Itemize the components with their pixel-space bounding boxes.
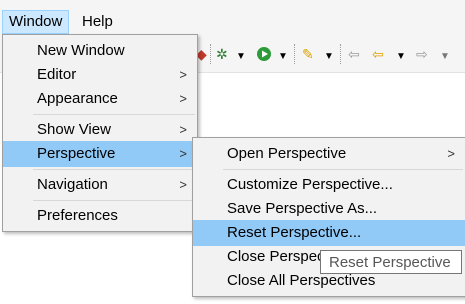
menu-item-label: Open Perspective (227, 145, 347, 162)
chevron-down-icon[interactable]: ▼ (324, 49, 334, 65)
menu-item-show-view[interactable]: Show View > (3, 117, 197, 143)
chevron-down-icon[interactable]: ▼ (236, 49, 246, 65)
menu-item-new-window[interactable]: New Window (3, 38, 197, 64)
menu-item-editor[interactable]: Editor > (3, 62, 197, 88)
menu-item-label: Navigation (37, 176, 108, 193)
nav-forward-icon[interactable]: ⇨ (416, 46, 428, 62)
menu-item-label: New Window (37, 42, 125, 59)
menu-window[interactable]: Window (2, 10, 70, 34)
menu-separator (33, 200, 195, 201)
menu-help[interactable]: Help (76, 11, 119, 33)
toolbar-separator (340, 44, 342, 64)
menu-item-label: Save Perspective As... (227, 200, 378, 217)
chevron-right-icon: > (179, 146, 187, 161)
menu-item-navigation[interactable]: Navigation > (3, 172, 197, 198)
nav-back-icon[interactable]: ⇦ (372, 46, 384, 62)
menu-item-label: Reset Perspective... (227, 224, 362, 241)
toolbar-separator (294, 44, 296, 64)
chevron-down-icon[interactable]: ▼ (396, 49, 406, 65)
menu-item-preferences[interactable]: Preferences (3, 203, 197, 229)
menu-item-label: Customize Perspective... (227, 176, 393, 193)
menu-item-label: Show View (37, 121, 111, 138)
menu-item-label: Appearance (37, 90, 118, 107)
chevron-down-icon[interactable]: ▼ (278, 49, 288, 65)
menu-item-open-perspective[interactable]: Open Perspective > (193, 141, 465, 167)
chevron-down-icon[interactable]: ▼ (440, 49, 450, 65)
bug-icon[interactable]: ✲ (216, 46, 228, 62)
menu-item-save-perspective-as[interactable]: Save Perspective As... (193, 196, 465, 222)
chevron-right-icon: > (179, 67, 187, 82)
chevron-right-icon: > (179, 177, 187, 192)
menu-item-reset-perspective[interactable]: Reset Perspective... (193, 220, 465, 246)
back-nav-icon[interactable]: ⇦ (348, 46, 360, 62)
run-icon[interactable] (256, 46, 272, 65)
menu-separator (33, 169, 195, 170)
menu-bar: Window Help (0, 0, 465, 36)
menu-item-label: Editor (37, 66, 77, 83)
menu-separator (33, 114, 195, 115)
toolbar-separator (210, 44, 212, 64)
chevron-right-icon: > (447, 146, 455, 161)
pen-icon[interactable]: ✎ (302, 46, 314, 62)
menu-item-label: Preferences (37, 207, 118, 224)
menu-item-customize-perspective[interactable]: Customize Perspective... (193, 172, 465, 198)
menu-item-label: Perspective (37, 145, 116, 162)
chevron-right-icon: > (179, 122, 187, 137)
window-menu: New Window Editor > Appearance > Show Vi… (2, 34, 198, 232)
menu-item-perspective[interactable]: Perspective > (3, 141, 197, 167)
menu-item-appearance[interactable]: Appearance > (3, 86, 197, 112)
menu-separator (223, 169, 463, 170)
tooltip: Reset Perspective (320, 250, 462, 274)
chevron-right-icon: > (179, 91, 187, 106)
